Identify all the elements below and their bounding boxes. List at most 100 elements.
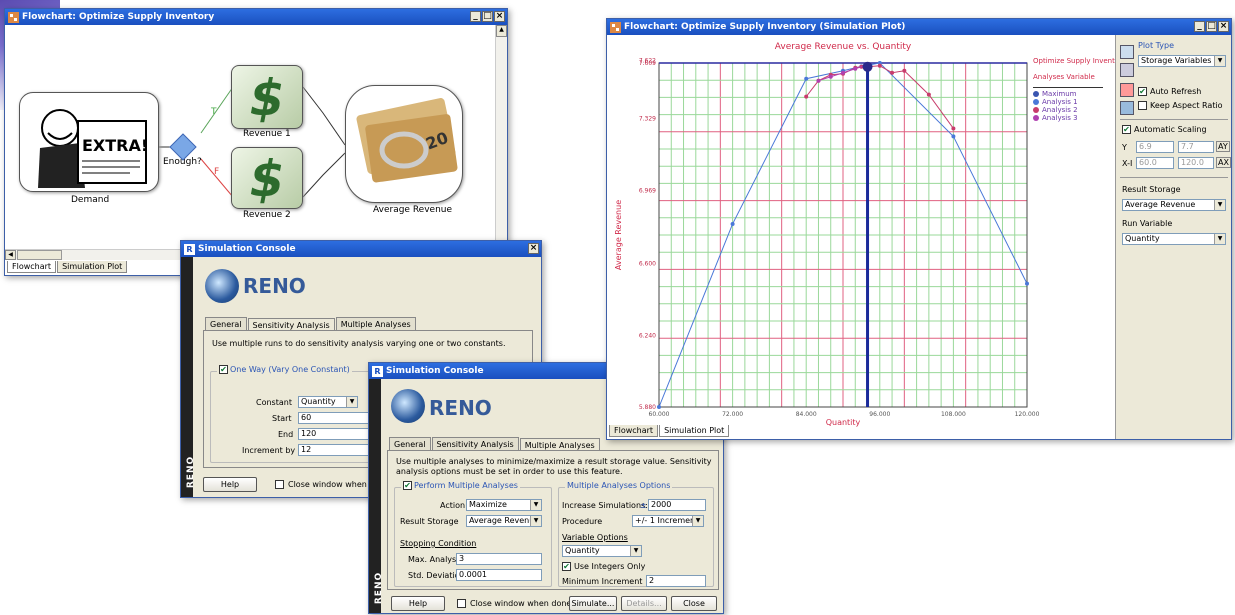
close-when-done-label: Close window when do (288, 480, 380, 489)
reno-app-icon: R (372, 365, 383, 377)
ax-button[interactable]: AX (1216, 157, 1231, 168)
close-button[interactable]: × (1218, 21, 1229, 32)
maximize-button[interactable]: □ (1206, 21, 1217, 32)
minimize-button[interactable]: _ (470, 11, 481, 22)
plot-type-icon[interactable] (1120, 45, 1134, 59)
demand-node[interactable]: EXTRA! (19, 92, 159, 192)
auto-refresh[interactable]: ✔ Auto Refresh (1138, 87, 1201, 96)
close-when-done[interactable]: Close window when do (275, 480, 379, 489)
reno-logo-icon (205, 269, 239, 303)
data-point (902, 68, 907, 73)
variable-select[interactable]: Quantity (562, 545, 642, 557)
minimize-button[interactable]: _ (1194, 21, 1205, 32)
flowchart-titlebar[interactable]: Flowchart: Optimize Supply Inventory _ □ × (5, 9, 507, 25)
data-point (804, 76, 809, 81)
reno-logo-text: RENO (243, 274, 306, 298)
close-button[interactable]: × (528, 243, 539, 254)
chart-title: Average Revenue vs. Quantity (775, 42, 912, 52)
refresh-icon[interactable] (1120, 83, 1134, 97)
std-deviation-input[interactable]: 0.0001 (456, 569, 542, 581)
plot-type-select[interactable]: Storage Variables (1138, 55, 1226, 67)
simulate-button[interactable]: Simulate... (569, 596, 617, 611)
tab-simulation-plot[interactable]: Simulation Plot (57, 261, 128, 273)
tab-simulation-plot[interactable]: Simulation Plot (659, 425, 730, 437)
x-min-input[interactable]: 60.0 (1136, 157, 1174, 169)
min-increment-label: Minimum Increment (562, 577, 643, 586)
close-when-done-checkbox[interactable] (275, 480, 284, 489)
help-button[interactable]: Help (203, 477, 257, 492)
reno-logo-icon (391, 389, 425, 423)
legend-item: Analysis 3 (1033, 114, 1126, 122)
help-button[interactable]: Help (391, 596, 445, 611)
ay-button[interactable]: AY (1216, 141, 1230, 152)
data-point (841, 70, 845, 75)
demand-label: Demand (71, 195, 110, 205)
action-select[interactable]: Maximize (466, 499, 542, 511)
revenue1-node[interactable]: $ (231, 65, 303, 129)
x-tick-label: 96.000 (869, 411, 890, 418)
y-max-input[interactable]: 7.7 (1178, 141, 1214, 153)
increment-input[interactable]: 12 (298, 444, 378, 456)
auto-refresh-checkbox[interactable]: ✔ (1138, 87, 1147, 96)
run-variable-select[interactable]: Quantity (1122, 233, 1226, 245)
use-integers-checkbox[interactable]: ✔ (562, 562, 571, 571)
chart-icon[interactable] (1120, 63, 1134, 77)
tab-general[interactable]: General (205, 317, 247, 331)
x-tick-label: 60.000 (649, 411, 670, 418)
auto-scaling-label: Automatic Scaling (1134, 125, 1207, 134)
close-when-done[interactable]: Close window when done (457, 599, 571, 608)
average-revenue-node[interactable]: 20 (345, 85, 463, 203)
details-button[interactable]: Details... (621, 596, 667, 611)
legend-label: Maximum (1042, 90, 1077, 98)
y-min-input[interactable]: 6.9 (1136, 141, 1174, 153)
max-analyses-input[interactable]: 3 (456, 553, 542, 565)
maximize-button[interactable]: □ (482, 11, 493, 22)
tab-flowchart[interactable]: Flowchart (7, 261, 57, 273)
constant-select[interactable]: Quantity (298, 396, 358, 408)
reno-sidebar: RENO (369, 379, 384, 613)
options-title: Multiple Analyses Options (567, 481, 671, 490)
increase-sim-input[interactable]: 2000 (648, 499, 706, 511)
y-tick-label: 7.622 (639, 57, 656, 64)
result-storage-label: Result Storage (1122, 185, 1181, 194)
procedure-select[interactable]: +/- 1 Increment (632, 515, 704, 527)
tab-general[interactable]: General (389, 437, 431, 451)
auto-scaling[interactable]: ✔ Automatic Scaling (1122, 125, 1207, 134)
multiple-intro: Use multiple analyses to minimize/maximi… (396, 457, 712, 476)
one-way-checkbox[interactable]: ✔ (219, 365, 228, 374)
result-storage-select[interactable]: Average Revenue (1122, 199, 1226, 211)
revenue2-node[interactable]: $ (231, 147, 303, 209)
flowchart-app-icon (8, 11, 19, 23)
keep-aspect[interactable]: Keep Aspect Ratio (1138, 101, 1223, 110)
close-button[interactable]: × (494, 11, 505, 22)
vertical-scrollbar[interactable]: ▲ (495, 25, 507, 255)
use-integers[interactable]: ✔ Use Integers Only (562, 562, 645, 571)
console1-titlebar[interactable]: R Simulation Console × (181, 241, 541, 257)
start-input[interactable]: 60 (298, 412, 378, 424)
tab-multiple-analyses[interactable]: Multiple Analyses (335, 317, 416, 331)
plot-titlebar[interactable]: Flowchart: Optimize Supply Inventory (Si… (607, 19, 1231, 35)
data-point (1025, 281, 1029, 286)
money-clip-icon: 20 (356, 98, 458, 183)
plot-side-panel: Plot Type Storage Variables ✔Auto Refres… (1115, 35, 1231, 439)
close-when-done-checkbox[interactable] (457, 599, 466, 608)
plot-type-label: Plot Type (1138, 41, 1174, 50)
run-variable-label: Run Variable (1122, 219, 1173, 228)
close-dialog-button[interactable]: Close (671, 596, 717, 611)
auto-refresh-label: Auto Refresh (1150, 87, 1202, 96)
stopping-condition-title: Stopping Condition (400, 539, 477, 548)
increment-label: Increment by (242, 446, 296, 455)
tab-flowchart[interactable]: Flowchart (609, 425, 659, 437)
end-input[interactable]: 120 (298, 428, 378, 440)
data-point (828, 74, 833, 79)
tab-sensitivity-analysis[interactable]: Sensitivity Analysis (431, 437, 519, 451)
auto-scaling-checkbox[interactable]: ✔ (1122, 125, 1131, 134)
aspect-icon[interactable] (1120, 101, 1134, 115)
result-storage-select[interactable]: Average Revenue (466, 515, 542, 527)
min-increment-input[interactable]: 2 (646, 575, 706, 587)
y-tick-label: 6.240 (639, 332, 656, 339)
x-max-input[interactable]: 120.0 (1178, 157, 1214, 169)
data-point (926, 92, 931, 97)
perform-checkbox[interactable]: ✔ (403, 481, 412, 490)
keep-aspect-checkbox[interactable] (1138, 101, 1147, 110)
